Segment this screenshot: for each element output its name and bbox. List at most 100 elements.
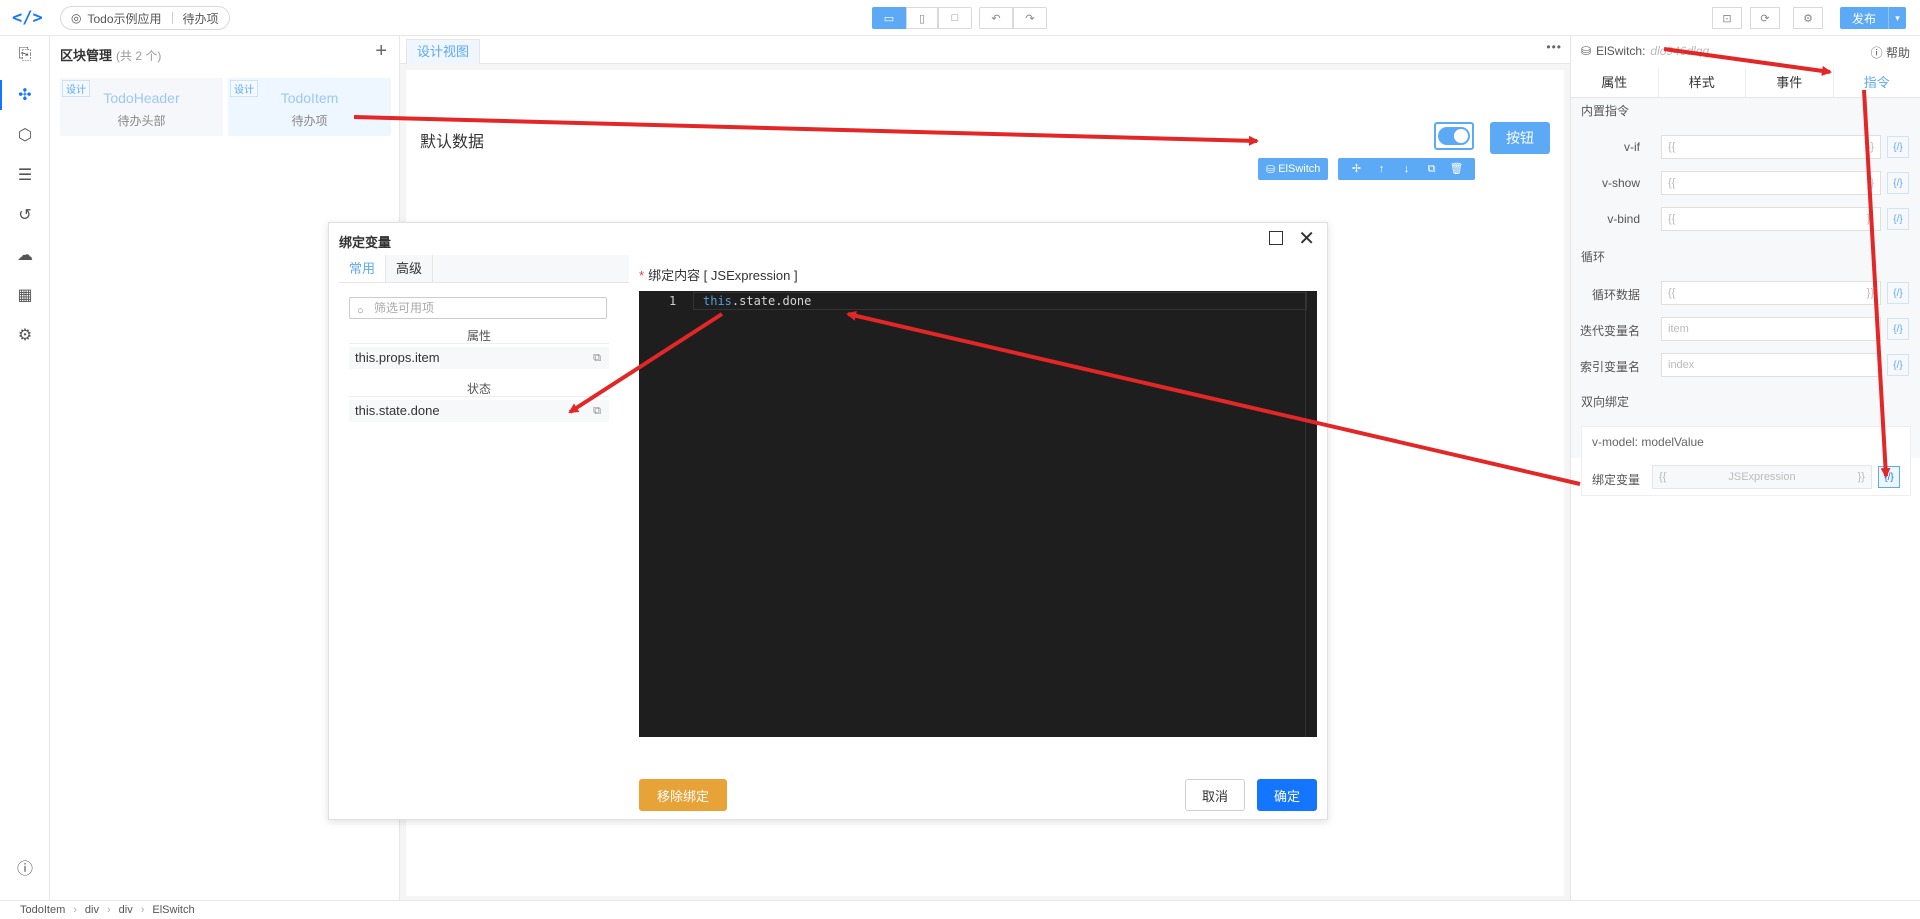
help-link[interactable]: ⓘ 帮助 [1871,44,1910,61]
more-icon[interactable]: ••• [1546,40,1562,54]
settings-button[interactable]: ⚙ [1793,7,1823,29]
breadcrumb: TodoItem › div › div › ElSwitch [0,900,1920,919]
desktop-view-button[interactable]: ▭ [872,7,906,29]
help-icon: ⓘ [1870,46,1883,60]
section-loop: 循环 [1581,250,1606,264]
copy-icon[interactable]: ⧉ [593,347,601,369]
add-block-icon[interactable]: + [375,40,387,63]
info-icon[interactable]: ⓘ [12,854,38,880]
row-label-iter-var: 迭代变量名 [1579,324,1640,338]
default-data-label: 默认数据 [420,134,485,151]
v-show-input[interactable]: {{}} [1661,171,1881,195]
iter-var-input[interactable]: item [1661,317,1881,341]
components-icon[interactable]: ⬡ [12,122,38,148]
component-icon: ⛁ [1581,44,1592,58]
loop-data-input[interactable]: {{}} [1661,281,1881,305]
expression-panel: * 绑定内容 [ JSExpression ] 1 this.state.done… [639,255,1319,811]
cancel-button[interactable]: 取消 [1185,779,1245,811]
tablet-view-button[interactable]: □ [938,7,972,29]
bind-variable-icon[interactable]: {/} [1887,282,1909,304]
publish-dropdown-icon[interactable]: ▾ [1888,7,1906,29]
section-twoway: 双向绑定 [1581,395,1630,409]
item-label: this.props.item [355,350,440,365]
undo-button[interactable]: ↶ [979,7,1013,29]
block-card-todoheader[interactable]: 设计 TodoHeader 待办头部 [60,78,223,136]
apps-icon[interactable]: ▦ [12,282,38,308]
breadcrumb-item[interactable]: TodoItem [20,904,65,916]
breadcrumb-item[interactable]: div [85,904,99,916]
panel-title: 区块管理 (共 2 个) [60,45,161,64]
add-icon[interactable]: ✢ [1344,158,1369,180]
divider [349,343,609,344]
settings-icon[interactable]: ⚙ [12,322,38,348]
divider [171,12,173,24]
block-name: TodoItem [280,90,339,106]
row-label-v-show: v-show [1601,176,1640,190]
bind-var-input[interactable]: {{ JSExpression }} [1652,465,1872,489]
publish-button-group: 发布 ▾ [1839,7,1906,29]
preview-button[interactable]: ⊡ [1712,7,1742,29]
publish-button[interactable]: 发布 [1839,7,1888,29]
v-bind-input[interactable]: {{}} [1661,207,1881,231]
v-if-input[interactable]: {{}} [1661,135,1881,159]
canvas-button[interactable]: 按钮 [1490,122,1550,154]
bind-variable-icon[interactable]: {/} [1887,354,1909,376]
component-icon: ⛁ [1266,163,1276,176]
properties-tabs: 属性 样式 事件 指令 [1571,68,1920,98]
maximize-icon[interactable] [1269,231,1283,245]
canvas-tabbar: 设计视图 ••• [400,36,1570,64]
redo-button[interactable]: ↷ [1013,7,1047,29]
refresh-button[interactable]: ⟳ [1750,7,1780,29]
pages-icon[interactable]: ⎘ [12,42,38,68]
line-number: 1 [669,294,677,308]
remove-binding-button[interactable]: 移除绑定 [639,779,727,811]
code-line[interactable]: this.state.done [703,294,811,308]
block-card-todoitem[interactable]: 设计 TodoItem 待办项 [228,78,391,136]
tab-styles[interactable]: 样式 [1659,68,1746,97]
logo-icon[interactable]: </> [12,8,43,28]
tab-common[interactable]: 常用 [339,255,387,282]
selection-label[interactable]: ⛁ ElSwitch [1258,158,1329,180]
move-up-icon[interactable]: ↑ [1369,158,1394,180]
bind-variable-icon[interactable]: {/} [1887,172,1909,194]
history-icon[interactable]: ↺ [12,202,38,228]
tab-events[interactable]: 事件 [1746,68,1834,97]
confirm-button[interactable]: 确定 [1257,779,1317,811]
tab-advanced[interactable]: 高级 [386,255,434,282]
bind-value: JSExpression [1728,471,1796,483]
breadcrumb-sep: › [73,904,77,916]
activity-bar: ⎘ ✣ ⬡ ☰ ↺ ☁ ▦ ⚙ ⓘ [0,36,50,900]
top-toolbar: </> ◎ Todo示例应用 待办项 ▭ ▯ □ ↶ ↷ ⊡ ⟳ ⚙ 发布 ▾ [0,0,1920,36]
mobile-view-button[interactable]: ▯ [906,7,938,29]
row-label-v-if: v-if [1624,140,1640,154]
cloud-icon[interactable]: ☁ [12,242,38,268]
code-keyword: this [703,294,732,308]
editor-scrollbar[interactable] [1305,291,1317,737]
tab-props[interactable]: 属性 [1571,68,1659,97]
bind-variable-icon-active[interactable]: {/} [1878,466,1900,488]
block-count: (共 2 个) [116,49,162,63]
tab-design-view[interactable]: 设计视图 [406,39,481,64]
blocks-icon[interactable]: ✣ [12,82,38,108]
row-label-index-var: 索引变量名 [1579,360,1640,374]
tab-directives[interactable]: 指令 [1834,68,1920,97]
tree-icon[interactable]: ☰ [12,162,38,188]
list-item-props-item[interactable]: this.props.item ⧉ [349,347,609,369]
filter-input[interactable]: ○ 筛选可用项 [349,297,607,319]
move-down-icon[interactable]: ↓ [1394,158,1419,180]
bind-variable-icon[interactable]: {/} [1887,208,1909,230]
breadcrumb-item[interactable]: ElSwitch [152,904,194,916]
app-selector[interactable]: ◎ Todo示例应用 待办项 [60,6,230,30]
code-editor[interactable]: 1 this.state.done [639,291,1317,737]
bind-var-label: 绑定变量 [1592,473,1641,487]
copy-icon[interactable]: ⧉ [1419,158,1444,180]
index-var-input[interactable]: index [1661,353,1881,377]
list-item-state-done[interactable]: this.state.done ⧉ [349,400,609,422]
bind-variable-icon[interactable]: {/} [1887,136,1909,158]
el-switch[interactable] [1434,122,1474,150]
breadcrumb-item[interactable]: div [119,904,133,916]
copy-icon[interactable]: ⧉ [593,400,601,422]
close-icon[interactable]: ✕ [1298,226,1315,251]
bind-variable-icon[interactable]: {/} [1887,318,1909,340]
delete-icon[interactable]: 🗑 [1444,158,1469,180]
